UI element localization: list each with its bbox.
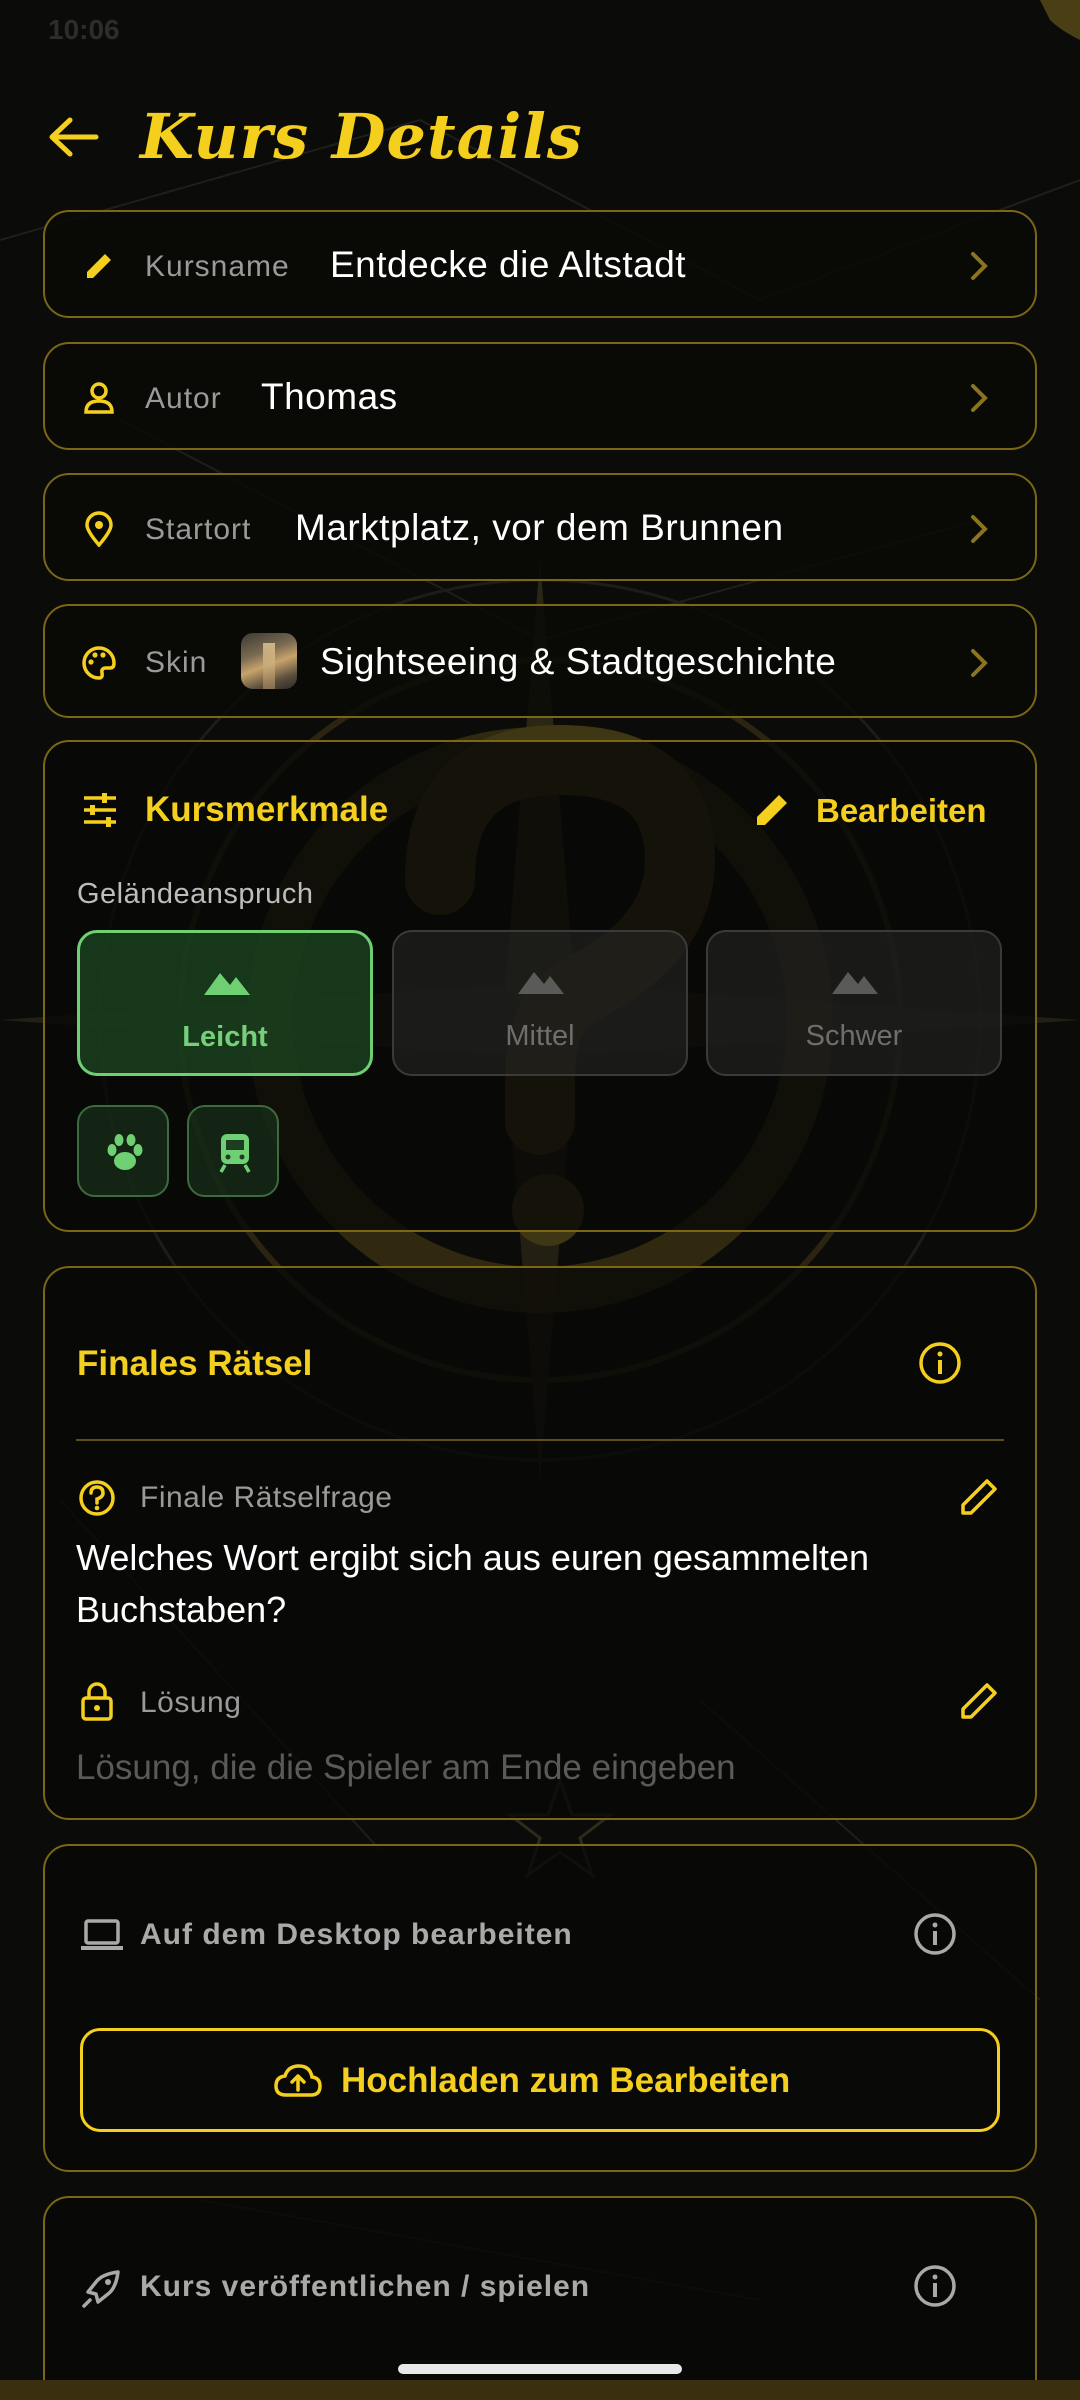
difficulty-easy-button[interactable]: Leicht	[77, 930, 373, 1076]
skin-value: Sightseeing & Stadtgeschichte	[320, 641, 837, 682]
upload-for-editing-button[interactable]: Hochladen zum Bearbeiten	[80, 2028, 1000, 2132]
home-indicator[interactable]	[398, 2364, 682, 2374]
status-time: 10:06	[48, 14, 120, 45]
skin-label: Skin	[145, 646, 208, 679]
author-label: Autor	[145, 382, 222, 415]
location-pin-icon	[85, 511, 113, 547]
pencil-icon	[757, 795, 787, 825]
solution-label: Lösung	[140, 1686, 242, 1719]
app-header: Kurs Details	[0, 92, 1080, 182]
back-arrow-icon[interactable]	[44, 112, 104, 162]
difficulty-hard-button[interactable]: Schwer	[706, 930, 1002, 1076]
difficulty-medium-label: Mittel	[505, 1020, 575, 1052]
course-name-row[interactable]: Kursname Entdecke die Altstadt	[43, 210, 1037, 318]
chevron-right-icon	[971, 515, 988, 543]
info-icon[interactable]	[917, 1340, 963, 1386]
edit-features-label: Bearbeiten	[816, 792, 987, 829]
difficulty-easy-label: Leicht	[182, 1021, 268, 1053]
paw-icon	[107, 1134, 143, 1170]
chevron-right-icon	[971, 252, 988, 280]
lock-icon	[81, 1682, 113, 1721]
cloud-upload-icon	[274, 2064, 322, 2097]
course-name-value: Entdecke die Altstadt	[330, 244, 687, 285]
section-divider	[76, 1439, 1004, 1441]
upload-button-label: Hochladen zum Bearbeiten	[341, 2061, 791, 2100]
course-name-label: Kursname	[145, 250, 290, 283]
final-riddle-title: Finales Rätsel	[77, 1344, 313, 1383]
mountain-icon	[204, 973, 250, 995]
features-title: Kursmerkmale	[145, 790, 389, 829]
status-bar: 10:06	[0, 0, 1080, 60]
desktop-edit-title: Auf dem Desktop bearbeiten	[140, 1918, 573, 1951]
start-location-value: Marktplatz, vor dem Brunnen	[295, 507, 784, 548]
pencil-icon	[87, 254, 111, 278]
info-icon[interactable]	[912, 1911, 958, 1957]
skin-row[interactable]: Skin Sightseeing & Stadtgeschichte	[43, 604, 1037, 718]
author-row[interactable]: Autor Thomas	[43, 342, 1037, 450]
public-transport-tag[interactable]	[187, 1105, 279, 1197]
chevron-right-icon	[971, 649, 988, 677]
start-location-row[interactable]: Startort Marktplatz, vor dem Brunnen	[43, 473, 1037, 581]
tune-sliders-icon	[84, 793, 116, 827]
skin-thumbnail-image	[241, 633, 297, 689]
difficulty-hard-label: Schwer	[805, 1020, 903, 1052]
palette-icon	[82, 646, 116, 680]
page-title: Kurs Details	[140, 100, 583, 173]
chevron-right-icon	[971, 384, 988, 412]
pencil-outline-icon[interactable]	[958, 1476, 1000, 1518]
train-icon	[219, 1134, 251, 1173]
bottom-edge-strip	[0, 2380, 1080, 2400]
pet-friendly-tag[interactable]	[77, 1105, 169, 1197]
edit-features-button[interactable]: Bearbeiten	[752, 786, 992, 834]
final-question-text: Welches Wort ergibt sich aus euren gesam…	[76, 1537, 870, 1630]
final-question-label: Finale Rätselfrage	[140, 1481, 393, 1514]
solution-placeholder[interactable]: Lösung, die die Spieler am Ende eingeben	[76, 1748, 736, 1788]
start-location-label: Startort	[145, 513, 252, 546]
pencil-outline-icon[interactable]	[958, 1680, 1000, 1722]
difficulty-medium-button[interactable]: Mittel	[392, 930, 688, 1076]
author-value: Thomas	[261, 376, 398, 417]
publish-title: Kurs veröffentlichen / spielen	[140, 2270, 591, 2303]
terrain-label: Geländeanspruch	[77, 878, 314, 910]
mountain-icon	[832, 972, 878, 994]
laptop-icon	[81, 1919, 123, 1950]
help-circle-icon	[79, 1480, 115, 1516]
info-icon[interactable]	[912, 2263, 958, 2309]
mountain-icon	[518, 972, 564, 994]
rocket-icon	[82, 2270, 120, 2308]
person-icon	[84, 382, 114, 414]
